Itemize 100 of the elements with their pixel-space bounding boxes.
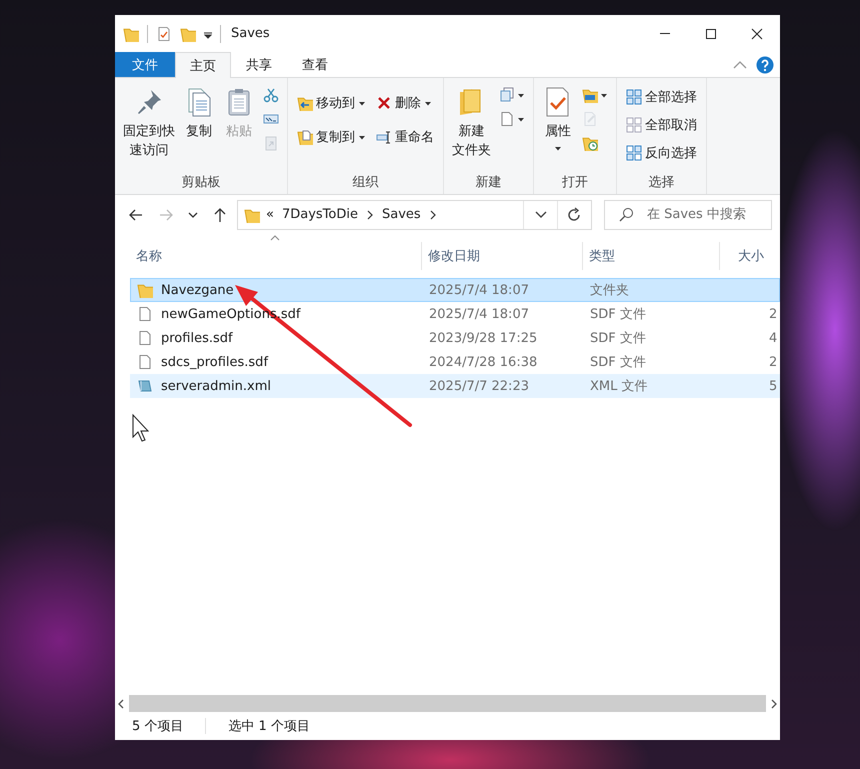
- file-row[interactable]: sdcs_profiles.sdf 2024/7/28 16:38 SDF 文件 2: [130, 350, 780, 374]
- search-icon: [618, 206, 634, 222]
- group-label: 剪贴板: [180, 174, 222, 192]
- column-header[interactable]: 修改日期: [422, 242, 583, 270]
- folder-arrow-icon: [297, 95, 313, 111]
- forward-arrow-icon: [158, 206, 174, 222]
- size-cell-text: 2: [768, 306, 778, 322]
- size-cell-text: 2: [768, 354, 778, 370]
- caret-icon: [358, 134, 366, 140]
- ribbon-button[interactable]: 全部选择: [622, 84, 701, 110]
- ribbon-button[interactable]: 复制到: [293, 124, 370, 150]
- file-name: profiles.sdf: [161, 330, 233, 346]
- group-label: 选择: [648, 174, 676, 192]
- document-icon: [137, 330, 153, 346]
- document-stack-icon: [499, 87, 515, 103]
- document-icon: [137, 354, 153, 370]
- folder-icon: [180, 26, 196, 42]
- ribbon-button[interactable]: 反向选择: [622, 140, 701, 166]
- date-cell-text: 2025/7/7 22:23: [428, 378, 530, 394]
- ribbon-button[interactable]: 重命名: [372, 124, 438, 150]
- folder-copy-icon: [297, 129, 313, 145]
- selection-count: 选中 1 个项目: [228, 718, 310, 735]
- file-row[interactable]: profiles.sdf 2023/9/28 17:25 SDF 文件 4: [130, 326, 780, 350]
- folder-icon: [244, 206, 260, 222]
- close-icon: [751, 28, 763, 40]
- file-row[interactable]: serveradmin.xml 2025/7/7 22:23 XML 文件 5: [130, 374, 780, 398]
- grid-icon: [626, 117, 642, 133]
- ribbon-button[interactable]: 复制: [180, 84, 218, 143]
- cross-icon: [376, 95, 392, 111]
- breadcrumb[interactable]: 7DaysToDie: [280, 207, 360, 222]
- ribbon-button[interactable]: 删除: [372, 90, 438, 116]
- chevron-up-icon: [732, 58, 748, 70]
- text-cursor-icon: [376, 129, 392, 145]
- window-title: Saves: [231, 26, 270, 41]
- ribbon-tab[interactable]: 查看: [287, 52, 343, 77]
- refresh-icon: [566, 206, 582, 222]
- search-field[interactable]: 在 Saves 中搜索: [604, 200, 772, 230]
- sort-caret-icon: [270, 234, 280, 242]
- group-label: 组织: [352, 174, 380, 192]
- type-cell-text: XML 文件: [589, 378, 648, 395]
- type-cell-text: SDF 文件: [589, 306, 647, 323]
- chevron-right-icon: [770, 698, 778, 708]
- scrollbar-thumb[interactable]: [129, 695, 766, 712]
- type-cell-text: SDF 文件: [589, 330, 647, 347]
- document-icon: [499, 111, 515, 127]
- chevron-down-icon: [534, 210, 546, 219]
- ribbon-tab[interactable]: 主页: [175, 52, 231, 78]
- breadcrumb[interactable]: Saves: [380, 207, 423, 222]
- folder-clock-icon: [582, 135, 598, 151]
- grid-icon: [626, 89, 642, 105]
- back-arrow-icon: [128, 206, 144, 222]
- document-icon: [137, 306, 153, 322]
- date-cell-text: 2025/7/4 18:07: [428, 306, 530, 322]
- caret-icon: [358, 100, 366, 106]
- help-icon: [756, 56, 774, 74]
- file-row[interactable]: Navezgane 2025/7/4 18:07 文件夹: [130, 278, 780, 302]
- scissors-icon: [263, 87, 279, 103]
- item-count: 5 个项目: [132, 718, 184, 735]
- date-cell-text: 2023/9/28 17:25: [428, 330, 538, 346]
- column-header[interactable]: 大小: [720, 242, 780, 270]
- column-header[interactable]: 名称: [130, 242, 422, 270]
- file-name: sdcs_profiles.sdf: [161, 354, 268, 370]
- size-cell-text: 5: [768, 378, 778, 394]
- checklist-icon: [156, 26, 172, 42]
- column-header[interactable]: 类型: [583, 242, 720, 270]
- chevron-left-icon: [117, 698, 125, 708]
- ribbon-button[interactable]: 属性: [539, 84, 577, 153]
- type-cell-text: 文件夹: [589, 282, 630, 299]
- caret-icon: [517, 116, 525, 122]
- caret-icon: [517, 92, 525, 98]
- type-cell-text: SDF 文件: [589, 354, 647, 371]
- ribbon-tab[interactable]: 共享: [231, 52, 287, 77]
- ribbon-button[interactable]: 新建 文件夹: [449, 84, 494, 162]
- address-field[interactable]: « 7DaysToDie Saves: [237, 200, 592, 230]
- mouse-pointer-icon: [132, 414, 150, 442]
- chevron-right-icon: [366, 210, 374, 220]
- folder-icon: [582, 87, 598, 103]
- ribbon-tab[interactable]: 文件: [115, 52, 175, 77]
- shortcut-icon: [263, 135, 279, 151]
- ribbon-button[interactable]: 固定到快 速访问: [120, 84, 178, 162]
- date-cell-text: 2025/7/4 18:07: [428, 282, 530, 298]
- caret-icon: [424, 100, 432, 106]
- file-name: Navezgane: [161, 282, 234, 298]
- caret-icon: [554, 145, 562, 151]
- folder-icon: [123, 26, 139, 42]
- ribbon-button[interactable]: 移动到: [293, 90, 370, 116]
- caret-icon: [600, 92, 608, 98]
- pencil-document-icon: [582, 111, 598, 127]
- group-label: 新建: [474, 174, 502, 192]
- grid-icon: [626, 145, 642, 161]
- maximize-icon: [705, 28, 717, 40]
- folder-icon: [137, 282, 153, 298]
- file-name: serveradmin.xml: [161, 378, 271, 394]
- date-cell-text: 2024/7/28 16:38: [428, 354, 538, 370]
- up-arrow-icon: [212, 206, 228, 222]
- ribbon-button[interactable]: 全部取消: [622, 112, 701, 138]
- breadcrumb-overflow[interactable]: «: [266, 207, 274, 222]
- size-cell-text: 4: [768, 330, 778, 346]
- group-label: 打开: [561, 174, 589, 192]
- script-file-icon: [137, 378, 153, 394]
